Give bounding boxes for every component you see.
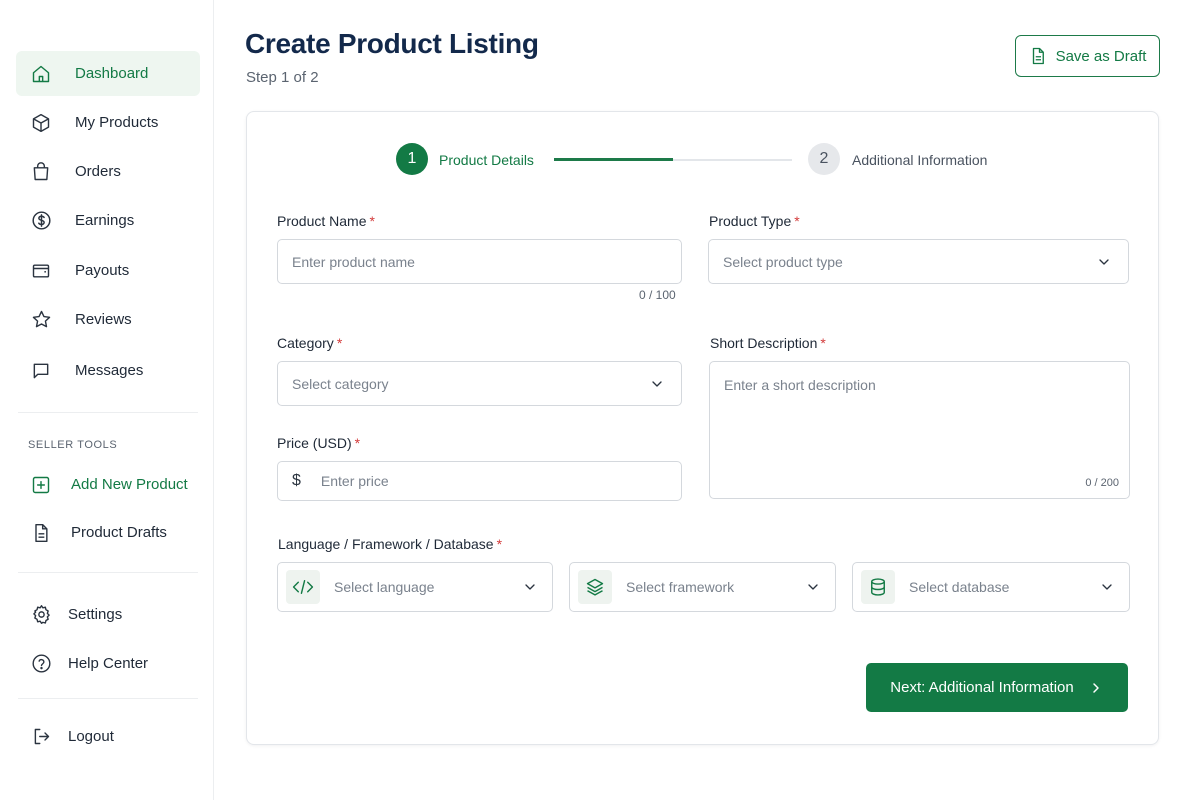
- product-type-label-text: Product Type: [709, 213, 792, 229]
- database-icon: [861, 570, 895, 604]
- dollar-circle-icon: [30, 210, 52, 232]
- sidebar-item-label: Product Drafts: [71, 524, 167, 541]
- home-icon: [30, 63, 52, 85]
- price-input[interactable]: $ Enter price: [277, 461, 682, 501]
- required-marker: *: [354, 435, 361, 451]
- code-icon: [286, 570, 320, 604]
- product-type-label: Product Type *: [709, 213, 800, 229]
- required-marker: *: [336, 335, 343, 351]
- sidebar-divider: [18, 412, 198, 413]
- sidebar-item-orders[interactable]: Orders: [16, 149, 200, 194]
- product-name-placeholder: Enter product name: [292, 253, 415, 270]
- category-placeholder: Select category: [292, 375, 389, 392]
- sidebar-item-reviews[interactable]: Reviews: [16, 297, 200, 342]
- document-icon: [1029, 47, 1047, 65]
- sidebar-item-label: Add New Product: [71, 476, 188, 493]
- required-marker: *: [820, 335, 826, 351]
- sidebar-item-label: Payouts: [75, 262, 130, 279]
- wallet-icon: [30, 260, 52, 282]
- short-description-counter: 0 / 200: [1085, 477, 1119, 489]
- box-icon: [30, 112, 52, 134]
- sidebar-item-label: Help Center: [68, 655, 149, 672]
- chevron-down-icon: [649, 376, 665, 392]
- step-2-circle[interactable]: 2: [808, 143, 840, 175]
- database-placeholder: Select database: [909, 579, 1010, 595]
- step-1-circle[interactable]: 1: [396, 143, 428, 175]
- price-label: Price (USD) *: [277, 435, 360, 451]
- chevron-down-icon: [1099, 579, 1115, 595]
- message-icon: [30, 360, 52, 382]
- sidebar-item-settings[interactable]: Settings: [16, 592, 200, 637]
- chevron-down-icon: [522, 579, 538, 595]
- sidebar-item-add-new-product[interactable]: Add New Product: [16, 462, 200, 507]
- required-marker: *: [496, 536, 503, 552]
- logout-icon: [30, 726, 52, 748]
- chevron-down-icon: [805, 579, 821, 595]
- product-name-label-text: Product Name: [277, 213, 367, 229]
- help-circle-icon: [30, 653, 52, 675]
- step-1-label[interactable]: Product Details: [439, 152, 534, 168]
- product-name-input[interactable]: Enter product name: [277, 239, 682, 284]
- product-type-select[interactable]: Select product type: [708, 239, 1129, 284]
- next-button[interactable]: Next: Additional Information: [866, 663, 1128, 712]
- short-description-label: Short Description *: [710, 335, 826, 351]
- sidebar-item-earnings[interactable]: Earnings: [16, 198, 200, 243]
- currency-symbol: $: [292, 472, 301, 489]
- category-label: Category *: [277, 335, 342, 351]
- sidebar-item-label: Logout: [68, 728, 114, 745]
- step-2-label[interactable]: Additional Information: [852, 152, 987, 168]
- sidebar-item-label: Reviews: [75, 311, 132, 328]
- page-subtitle: Step 1 of 2: [246, 69, 319, 86]
- sidebar-item-label: Earnings: [75, 212, 135, 229]
- category-select[interactable]: Select category: [277, 361, 682, 406]
- document-icon: [30, 522, 52, 544]
- database-select[interactable]: Select database: [852, 562, 1130, 612]
- required-marker: *: [794, 213, 800, 229]
- stepper-progress-fill: [554, 158, 673, 161]
- sidebar-item-label: Messages: [75, 362, 144, 379]
- framework-select[interactable]: Select framework: [569, 562, 836, 612]
- tech-stack-label-text: Language / Framework / Database: [278, 536, 494, 552]
- framework-placeholder: Select framework: [626, 579, 735, 595]
- language-placeholder: Select language: [334, 579, 435, 595]
- sidebar-item-label: My Products: [75, 114, 159, 131]
- price-placeholder: Enter price: [320, 473, 389, 489]
- short-description-textarea[interactable]: Enter a short description 0 / 200: [709, 361, 1130, 499]
- shopping-bag-icon: [30, 161, 52, 183]
- sidebar: Dashboard My Products Orders Earnings Pa…: [0, 0, 214, 800]
- sidebar-item-messages[interactable]: Messages: [16, 348, 200, 393]
- sidebar-item-help-center[interactable]: Help Center: [16, 641, 200, 686]
- sidebar-item-logout[interactable]: Logout: [16, 714, 200, 759]
- language-select[interactable]: Select language: [277, 562, 553, 612]
- sidebar-item-my-products[interactable]: My Products: [16, 100, 200, 145]
- product-type-placeholder: Select product type: [723, 253, 843, 270]
- short-description-placeholder: Enter a short description: [724, 377, 876, 393]
- sidebar-section-label: SELLER TOOLS: [28, 439, 118, 451]
- gear-icon: [30, 604, 52, 626]
- next-button-label: Next: Additional Information: [890, 679, 1074, 696]
- chevron-down-icon: [1096, 254, 1112, 270]
- sidebar-item-dashboard[interactable]: Dashboard: [16, 51, 200, 96]
- category-label-text: Category: [277, 335, 334, 351]
- sidebar-item-label: Settings: [68, 606, 123, 623]
- short-description-label-text: Short Description: [710, 335, 818, 351]
- page-title: Create Product Listing: [245, 28, 539, 59]
- sidebar-divider: [18, 572, 198, 573]
- sidebar-item-label: Orders: [75, 163, 121, 180]
- sidebar-item-payouts[interactable]: Payouts: [16, 248, 200, 293]
- required-marker: *: [369, 213, 375, 229]
- star-icon: [30, 309, 52, 331]
- plus-square-icon: [30, 474, 52, 496]
- product-name-label: Product Name *: [277, 213, 375, 229]
- layers-icon: [578, 570, 612, 604]
- sidebar-divider: [18, 698, 198, 699]
- sidebar-item-product-drafts[interactable]: Product Drafts: [16, 510, 200, 555]
- chevron-right-icon: [1088, 680, 1104, 696]
- save-draft-button[interactable]: Save as Draft: [1015, 35, 1160, 77]
- sidebar-item-label: Dashboard: [75, 65, 149, 82]
- product-name-counter: 0 / 100: [639, 288, 676, 302]
- save-draft-label: Save as Draft: [1055, 47, 1147, 65]
- tech-stack-label: Language / Framework / Database *: [278, 536, 502, 552]
- price-label-text: Price (USD): [277, 435, 352, 451]
